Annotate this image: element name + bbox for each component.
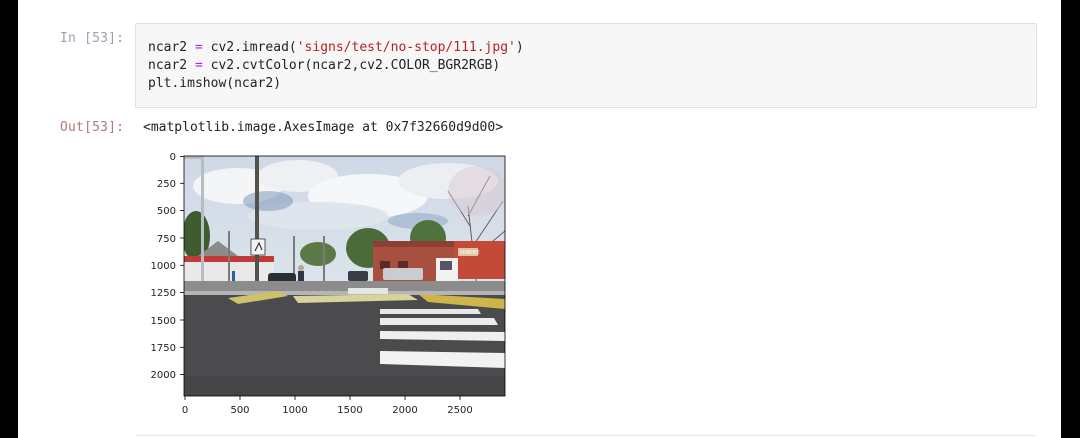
- y-tick-label: 2000: [151, 370, 176, 381]
- x-tick-label: 500: [230, 405, 249, 416]
- y-tick-label: 0: [170, 152, 176, 163]
- street-photo: MARINE: [184, 156, 505, 396]
- notebook-page: In [53]: ncar2 = cv2.imread('signs/test/…: [18, 0, 1061, 438]
- y-tick-label: 1750: [151, 343, 176, 354]
- code-line-1: ncar2 = cv2.imread('signs/test/no-stop/1…: [148, 40, 524, 55]
- y-tick-label: 1000: [151, 261, 176, 272]
- code-line-2: ncar2 = cv2.cvtColor(ncar2,cv2.COLOR_BGR…: [148, 58, 501, 73]
- y-axis: 0 250 500 750 1000 1250 1500 1750 2000: [151, 152, 184, 381]
- x-tick-label: 1000: [282, 405, 307, 416]
- x-tick-label: 2500: [447, 405, 472, 416]
- y-tick-label: 250: [157, 179, 176, 190]
- code-cell-input[interactable]: ncar2 = cv2.imread('signs/test/no-stop/1…: [135, 23, 1037, 108]
- code-line-3: plt.imshow(ncar2): [148, 76, 282, 91]
- x-tick-label: 2000: [392, 405, 417, 416]
- y-tick-label: 1500: [151, 316, 176, 327]
- output-prompt: Out[53]:: [60, 120, 125, 135]
- y-tick-label: 1250: [151, 288, 176, 299]
- x-tick-label: 0: [182, 405, 188, 416]
- y-tick-label: 500: [157, 206, 176, 217]
- x-tick-label: 1500: [337, 405, 362, 416]
- truck-lettering: MARINE: [460, 250, 480, 256]
- imshow-plot: MARINE 0 250 500 750 1000 1250 1500 1750…: [151, 152, 506, 416]
- code-editor[interactable]: ncar2 = cv2.imread('signs/test/no-stop/1…: [148, 39, 524, 93]
- cell-divider: [135, 435, 1035, 436]
- output-repr-text: <matplotlib.image.AxesImage at 0x7f32660…: [143, 120, 504, 135]
- x-axis: 0 500 1000 1500 2000 2500: [182, 396, 473, 416]
- input-prompt: In [53]:: [60, 31, 125, 46]
- y-tick-label: 750: [157, 234, 176, 245]
